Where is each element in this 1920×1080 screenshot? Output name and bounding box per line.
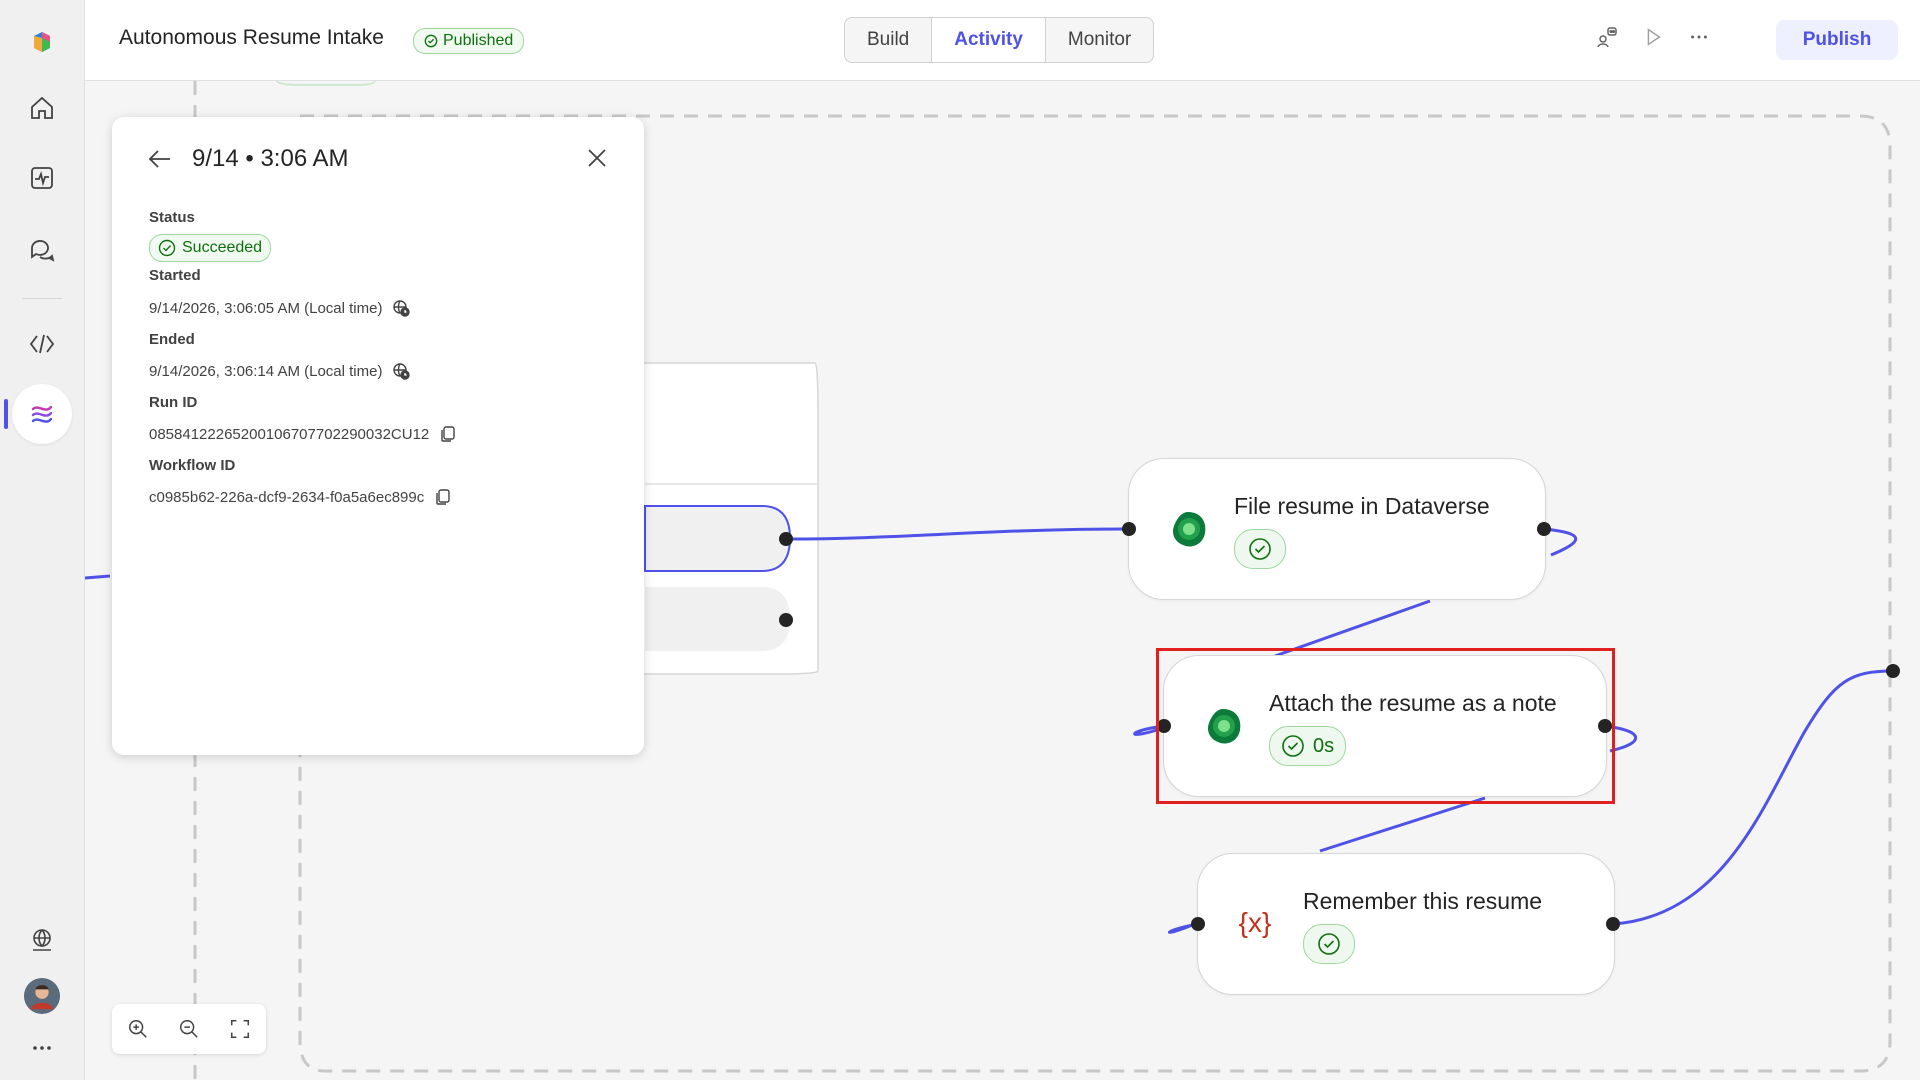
globe-icon[interactable]: [18, 916, 66, 964]
workflow-id-value: c0985b62-226a-dcf9-2634-f0a5a6ec899c: [149, 488, 425, 506]
node-status-badge: [1303, 924, 1355, 964]
svg-text:{x}: {x}: [1239, 907, 1272, 938]
timezone-icon[interactable]: [392, 362, 411, 380]
activity-icon[interactable]: [18, 154, 66, 202]
node-output-port[interactable]: [1537, 522, 1551, 536]
workflow-id-label: Workflow ID: [149, 457, 236, 474]
left-rail: [0, 0, 85, 1080]
chat-icon[interactable]: [18, 226, 66, 274]
rail-active-indicator: [4, 399, 8, 429]
run-id-row: 08584122265200106707702290032CU12: [149, 425, 457, 443]
started-value-row: 9/14/2026, 3:06:05 AM (Local time): [149, 299, 411, 317]
fit-screen-icon[interactable]: [227, 1016, 253, 1042]
copy-icon[interactable]: [434, 488, 452, 506]
check-circle-icon: [1249, 538, 1271, 560]
check-circle-icon: [1318, 933, 1340, 955]
status-badge: Succeeded: [149, 234, 272, 262]
workflow-id-row: c0985b62-226a-dcf9-2634-f0a5a6ec899c: [149, 488, 452, 506]
rail-divider: [22, 298, 62, 299]
started-value: 9/14/2026, 3:06:05 AM (Local time): [149, 299, 383, 317]
header-actions: [1594, 24, 1712, 50]
view-tabs: Build Activity Monitor: [844, 17, 1155, 63]
publish-button[interactable]: Publish: [1776, 20, 1898, 60]
node-input-port[interactable]: [1122, 522, 1136, 536]
header: Autonomous Resume Intake Published Build…: [85, 0, 1920, 81]
status-label: Status: [149, 209, 195, 226]
timezone-icon[interactable]: [392, 299, 411, 317]
more-icon[interactable]: [18, 1024, 66, 1072]
ended-value: 9/14/2026, 3:06:14 AM (Local time): [149, 362, 383, 380]
more-icon[interactable]: [1686, 24, 1712, 50]
tab-activity[interactable]: Activity: [932, 18, 1046, 62]
panel-title: 9/14 • 3:06 AM: [192, 145, 349, 172]
node-file-resume-dataverse[interactable]: File resume in Dataverse: [1128, 458, 1546, 600]
agent-share-icon[interactable]: [1594, 24, 1620, 50]
node-remember-resume[interactable]: {x} Remember this resume: [1197, 853, 1615, 995]
play-icon[interactable]: [1640, 24, 1666, 50]
ended-value-row: 9/14/2026, 3:06:14 AM (Local time): [149, 362, 411, 380]
close-icon[interactable]: [584, 145, 610, 171]
variable-icon: {x}: [1239, 907, 1272, 938]
selection-highlight: [1156, 648, 1615, 804]
run-id-value: 08584122265200106707702290032CU12: [149, 425, 430, 443]
run-details-panel: 9/14 • 3:06 AM Status Succeeded Started …: [112, 117, 644, 755]
flows-icon[interactable]: [12, 384, 72, 444]
back-arrow-icon[interactable]: [146, 145, 174, 173]
node-input-port[interactable]: [1191, 917, 1205, 931]
copilot-logo-icon[interactable]: [18, 18, 66, 66]
home-icon[interactable]: [18, 84, 66, 132]
check-circle-icon: [424, 34, 438, 48]
status-value: Succeeded: [182, 239, 263, 256]
published-badge-label: Published: [443, 32, 514, 49]
node-title: Remember this resume: [1303, 888, 1543, 914]
tab-build[interactable]: Build: [845, 18, 933, 62]
run-id-label: Run ID: [149, 394, 198, 411]
started-label: Started: [149, 267, 201, 284]
node-status-badge: [1234, 529, 1286, 569]
node-output-port[interactable]: [1606, 917, 1620, 931]
copy-icon[interactable]: [439, 425, 457, 443]
ended-label: Ended: [149, 331, 195, 348]
zoom-out-icon[interactable]: [176, 1016, 202, 1042]
zoom-in-icon[interactable]: [125, 1016, 151, 1042]
tab-monitor[interactable]: Monitor: [1046, 18, 1153, 62]
check-circle-icon: [158, 239, 176, 257]
code-icon[interactable]: [18, 320, 66, 368]
zoom-controls: [112, 1004, 266, 1054]
dataverse-icon: [1173, 512, 1206, 547]
page-title: Autonomous Resume Intake: [119, 26, 384, 49]
node-title: File resume in Dataverse: [1234, 493, 1490, 519]
avatar[interactable]: [18, 972, 66, 1020]
published-badge: Published: [413, 28, 525, 54]
